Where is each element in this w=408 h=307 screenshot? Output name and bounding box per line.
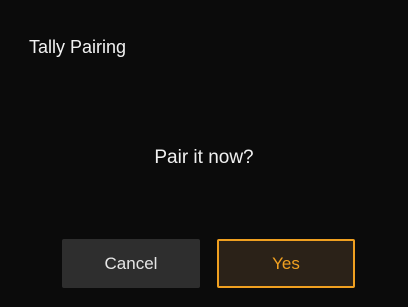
yes-button[interactable]: Yes (217, 239, 355, 288)
cancel-button[interactable]: Cancel (62, 239, 200, 288)
dialog-title: Tally Pairing (29, 37, 127, 57)
dialog-message: Pair it now? (154, 147, 254, 168)
tally-pairing-dialog: Tally Pairing Pair it now? Cancel Yes (0, 0, 408, 307)
